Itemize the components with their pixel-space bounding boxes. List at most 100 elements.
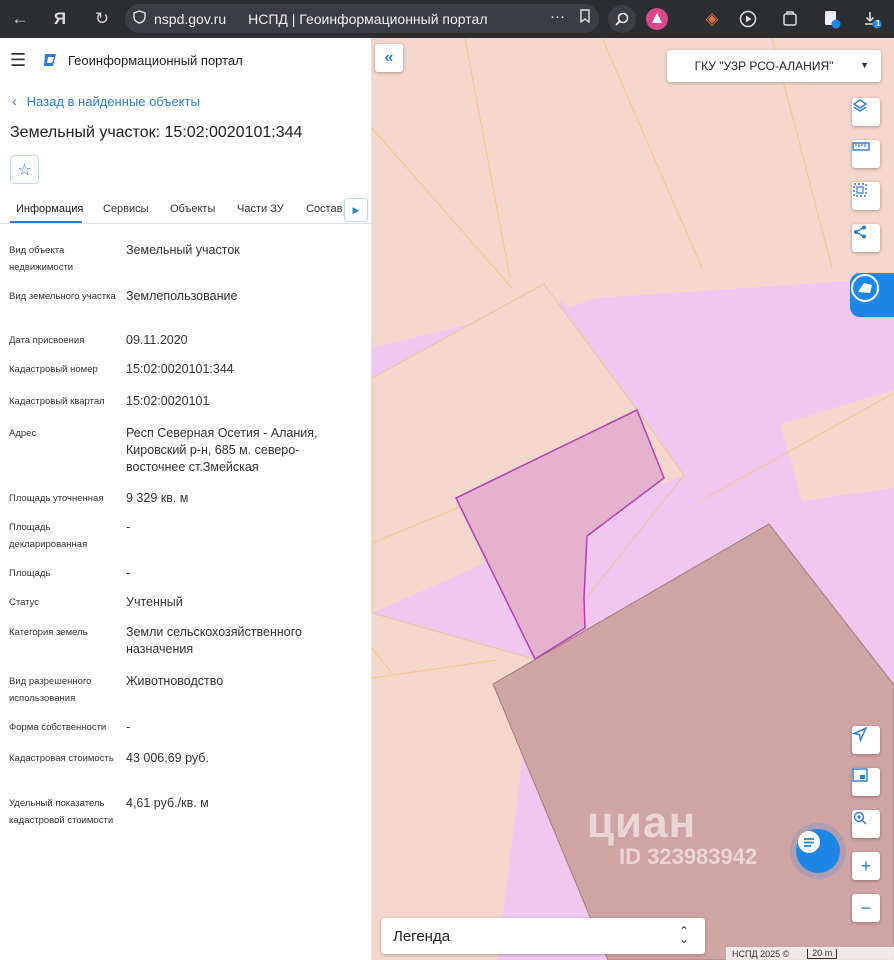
tab-composition[interactable]: Состав	[306, 203, 342, 215]
portal-logo-icon	[42, 52, 60, 68]
portal-name: Геоинформационный портал	[68, 52, 243, 68]
zoom-out-button[interactable]: −	[852, 894, 880, 922]
back-link-label: Назад в найденные объекты	[26, 93, 200, 109]
shield-icon	[133, 10, 146, 27]
assistant-button[interactable]	[850, 273, 894, 317]
measure-button[interactable]	[852, 140, 880, 168]
tab-title: НСПД | Геоинформационный портал	[248, 10, 488, 27]
minus-icon: −	[860, 897, 872, 918]
browser-toolbar: ← Я ↻ nspd.gov.ru НСПД | Геоинформационн…	[0, 0, 894, 38]
address-bar[interactable]: nspd.gov.ru НСПД | Геоинформационный пор…	[125, 4, 599, 33]
ruler-icon	[852, 142, 870, 151]
video-icon[interactable]	[734, 5, 762, 33]
minimap-button[interactable]	[852, 768, 880, 796]
layers-icon	[852, 99, 868, 112]
object-sidebar: ☰ Геоинформационный портал ‹ Назад в най…	[0, 38, 372, 960]
chevron-down-icon: ▼	[860, 60, 869, 70]
organization-select-value: ГКУ "УЗР РСО-АЛАНИЯ"	[694, 59, 834, 73]
area-select-button[interactable]	[852, 182, 880, 210]
property-value: -	[126, 520, 131, 534]
property-value: 9 329 кв. м	[126, 491, 189, 505]
back-to-results-link[interactable]: ‹ Назад в найденные объекты	[12, 93, 200, 109]
organization-select[interactable]: ГКУ "УЗР РСО-АЛАНИЯ" ▼	[667, 50, 881, 82]
bookmark-icon[interactable]	[579, 9, 591, 26]
menu-icon[interactable]: ☰	[10, 50, 36, 71]
property-label: Вид разрешенного использования	[9, 676, 92, 704]
property-value: 43 006,69 руб.	[126, 751, 209, 765]
sidebar-header: ☰ Геоинформационный портал	[0, 38, 371, 82]
property-value: Земли сельскохозяйственного назначения	[126, 625, 302, 656]
yandex-icon[interactable]: Я	[46, 5, 74, 33]
favorite-button[interactable]: ☆	[10, 155, 39, 184]
tabs-scroll-right-button[interactable]: ▶	[344, 198, 368, 222]
reload-icon[interactable]: ↻	[88, 5, 116, 33]
map-view[interactable]: « ГКУ "УЗР РСО-АЛАНИЯ" ▼ + − циан ID 323…	[372, 38, 894, 960]
property-label: Форма собственности	[9, 722, 107, 733]
back-arrow-icon[interactable]: ←	[6, 5, 34, 33]
chat-button[interactable]	[796, 829, 840, 873]
tab-objects[interactable]: Объекты	[170, 203, 215, 215]
zoom-in-button[interactable]: +	[852, 852, 880, 880]
property-label: Вид земельного участка	[9, 291, 116, 302]
map-footer: НСПД 2025 © 20 m	[726, 947, 894, 960]
alice-icon[interactable]	[643, 5, 671, 33]
property-label: Вид объекта недвижимости	[9, 245, 74, 273]
legend-label: Легенда	[393, 927, 451, 945]
download-icon[interactable]: 1	[858, 5, 886, 33]
property-label: Адрес	[9, 428, 37, 439]
property-label: Площадь	[9, 568, 51, 579]
select-area-icon	[853, 183, 867, 197]
property-value: -	[126, 720, 131, 734]
property-label: Статус	[9, 597, 40, 608]
navigate-button[interactable]	[852, 726, 880, 754]
property-value: 09.11.2020	[126, 333, 188, 347]
cian-watermark: циан ID 323983942	[587, 798, 757, 870]
url-domain: nspd.gov.ru	[154, 10, 227, 27]
copyright-text: НСПД 2025 ©	[732, 948, 790, 959]
property-label: Категория земель	[9, 627, 88, 638]
layers-button[interactable]	[852, 98, 880, 126]
property-label: Кадастровая стоимость	[9, 753, 114, 764]
tabs-bar: Информация Сервисы Объекты Части ЗУ Сост…	[0, 196, 371, 224]
navigation-arrow-icon	[852, 726, 868, 742]
location-search-button[interactable]	[852, 810, 880, 838]
collections-icon[interactable]	[776, 5, 804, 33]
property-value: -	[126, 566, 131, 580]
property-value: Земельный участок	[126, 243, 240, 257]
property-value: Учтенный	[126, 595, 183, 609]
notification-badge: 1	[876, 19, 881, 28]
extension-icon[interactable]: ◈	[698, 5, 726, 33]
object-title: Земельный участок: 15:02:0020101:344	[10, 124, 303, 141]
location-search-icon	[853, 811, 867, 825]
search-lens-icon[interactable]	[608, 5, 636, 33]
tab-parts[interactable]: Части ЗУ	[237, 203, 284, 215]
property-value: 15:02:0020101	[126, 394, 210, 408]
collapse-sidebar-button[interactable]: «	[375, 44, 403, 72]
assistant-icon	[851, 274, 879, 302]
star-icon: ☆	[17, 161, 32, 179]
property-label: Площадь уточненная	[9, 493, 104, 504]
property-value: 15:02:0020101:344	[126, 362, 234, 376]
active-tab-indicator	[10, 221, 82, 223]
minimap-icon	[852, 768, 868, 782]
chevron-left-icon: ‹	[12, 93, 17, 109]
expand-collapse-icon: ⌃ ⌄	[678, 924, 689, 946]
watermark-brand: циан	[587, 798, 697, 847]
more-icon[interactable]: ···	[550, 8, 565, 25]
share-icon	[854, 225, 866, 239]
watermark-id: ID 323983942	[619, 844, 758, 869]
translate-icon[interactable]	[818, 5, 846, 33]
share-button[interactable]	[852, 224, 880, 252]
property-label: Кадастровый номер	[9, 364, 98, 375]
property-label: Дата присвоения	[9, 335, 85, 346]
scale-bar: 20 m	[807, 948, 838, 959]
plus-icon: +	[860, 855, 872, 876]
property-label: Площадь декларированная	[9, 522, 88, 550]
property-value: Землепользование	[126, 289, 238, 303]
tab-services[interactable]: Сервисы	[103, 203, 149, 215]
chat-icon	[798, 831, 820, 853]
legend-panel[interactable]: Легенда ⌃ ⌄	[381, 918, 705, 954]
tab-information[interactable]: Информация	[16, 203, 83, 215]
property-value: Респ Северная Осетия - Алания, Кировский…	[126, 426, 318, 474]
property-label: Удельный показатель кадастровой стоимост…	[9, 798, 114, 826]
